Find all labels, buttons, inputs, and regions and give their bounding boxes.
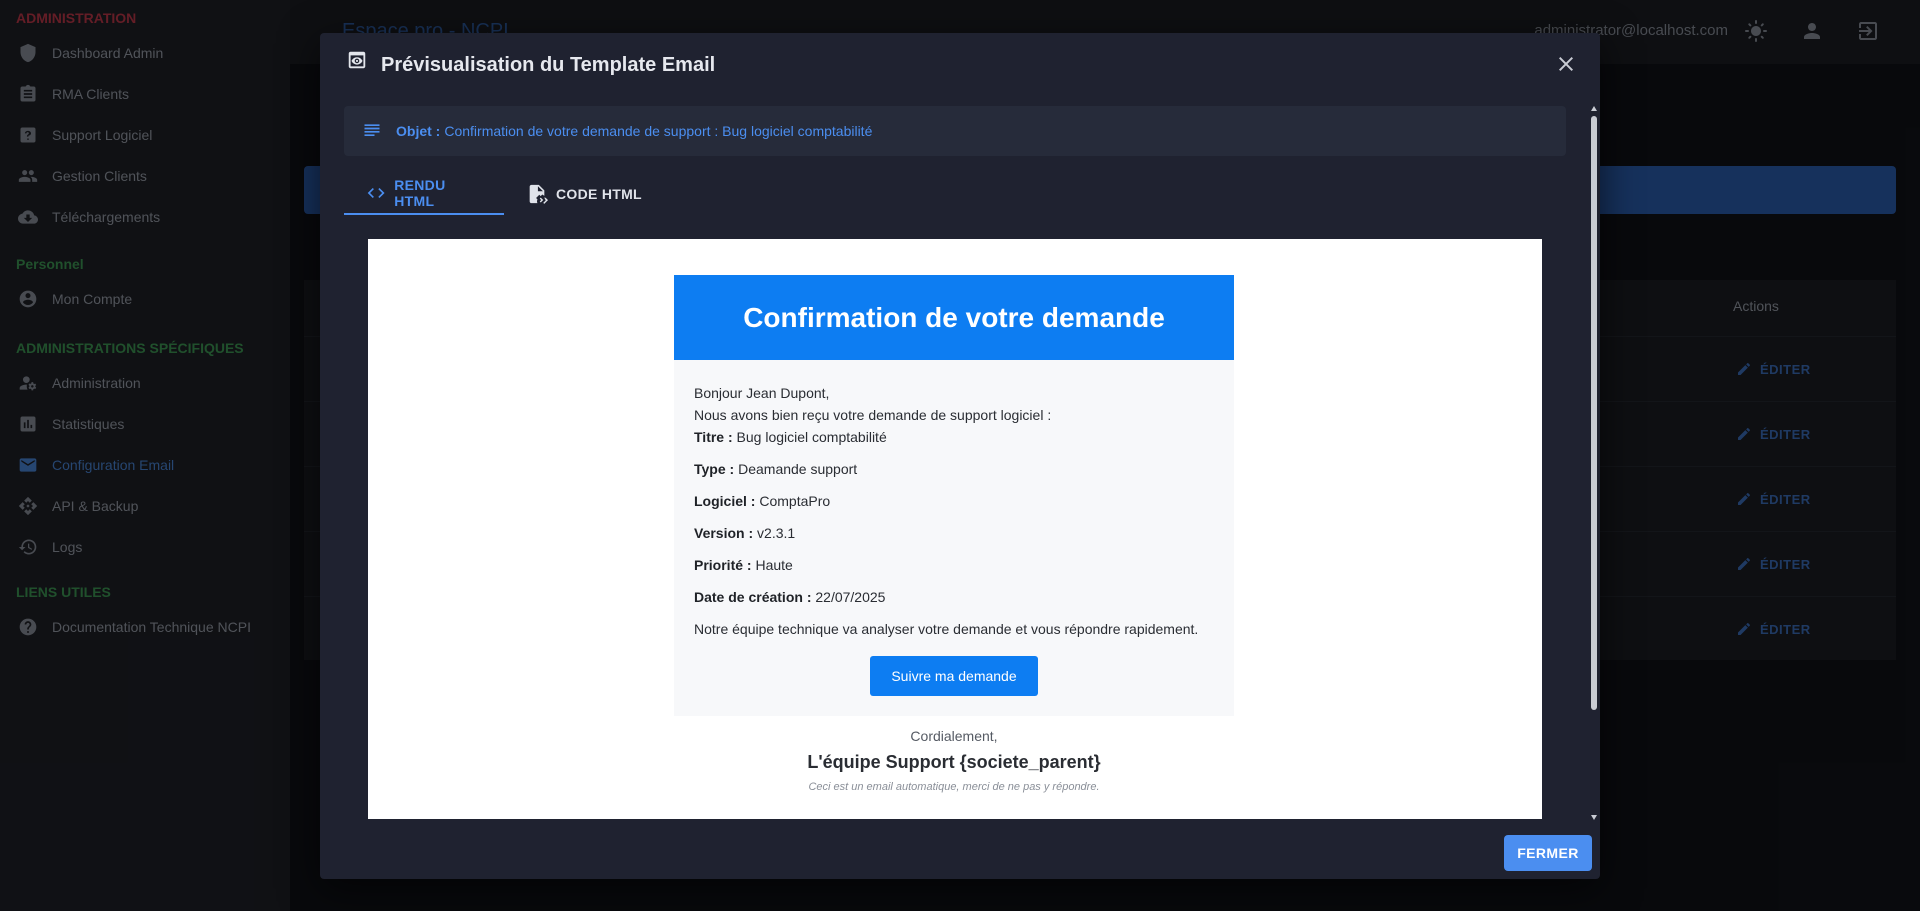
email-subject-bar: Objet : Confirmation de votre demande de… — [344, 106, 1566, 156]
email-field-logiciel: Logiciel : ComptaPro — [694, 493, 831, 509]
track-request-button[interactable]: Suivre ma demande — [870, 656, 1038, 696]
email-signature: L'équipe Support {societe_parent} — [807, 752, 1101, 772]
tab-label: RENDU HTML — [394, 177, 446, 209]
email-header: Confirmation de votre demande — [674, 275, 1234, 360]
email-field-titre: Titre : Bug logiciel comptabilité — [694, 429, 887, 445]
html-preview-frame[interactable]: Confirmation de votre demande Bonjour Je… — [368, 239, 1542, 819]
tab-label: CODE HTML — [556, 186, 642, 202]
email-preview-dialog: Prévisualisation du Template Email Objet… — [320, 33, 1600, 879]
dialog-scrollbar[interactable] — [1588, 106, 1600, 820]
tab-code-html[interactable]: CODE HTML — [504, 173, 664, 215]
eye-icon — [346, 49, 368, 71]
code-icon — [367, 187, 385, 199]
scroll-down-arrow[interactable] — [1591, 815, 1597, 820]
email-intro: Nous avons bien reçu votre demande de su… — [694, 407, 1052, 423]
email-footer: Cordialement, L'équipe Support {societe_… — [674, 716, 1234, 793]
subject-value: Confirmation de votre demande de support… — [444, 123, 873, 139]
email-container: Confirmation de votre demande Bonjour Je… — [674, 275, 1234, 793]
email-greeting: Bonjour Jean Dupont, — [694, 385, 830, 401]
subject-label: Objet : — [396, 123, 441, 139]
tab-rendu-html[interactable]: RENDU HTML — [344, 173, 504, 215]
email-field-version: Version : v2.3.1 — [694, 525, 796, 541]
close-button[interactable]: FERMER — [1504, 835, 1592, 871]
scroll-thumb[interactable] — [1591, 116, 1597, 710]
close-icon[interactable] — [1554, 52, 1578, 76]
dialog-header: Prévisualisation du Template Email — [320, 33, 1600, 97]
email-field-date-creation: Date de création : 22/07/2025 — [694, 589, 886, 605]
subject-lines-icon — [364, 124, 380, 136]
preview-tabs: RENDU HTML CODE HTML — [344, 173, 664, 215]
email-auto-note: Ceci est un email automatique, merci de … — [808, 781, 1100, 793]
email-closing-text: Notre équipe technique va analyser votre… — [694, 621, 1199, 637]
email-field-priorite: Priorité : Haute — [694, 557, 793, 573]
dialog-title: Prévisualisation du Template Email — [381, 54, 716, 76]
scroll-up-arrow[interactable] — [1591, 106, 1597, 111]
email-body: Bonjour Jean Dupont, Nous avons bien reç… — [674, 360, 1234, 716]
email-regards: Cordialement, — [910, 728, 998, 744]
email-field-type: Type : Deamande support — [694, 461, 858, 477]
file-code-icon — [529, 184, 548, 204]
